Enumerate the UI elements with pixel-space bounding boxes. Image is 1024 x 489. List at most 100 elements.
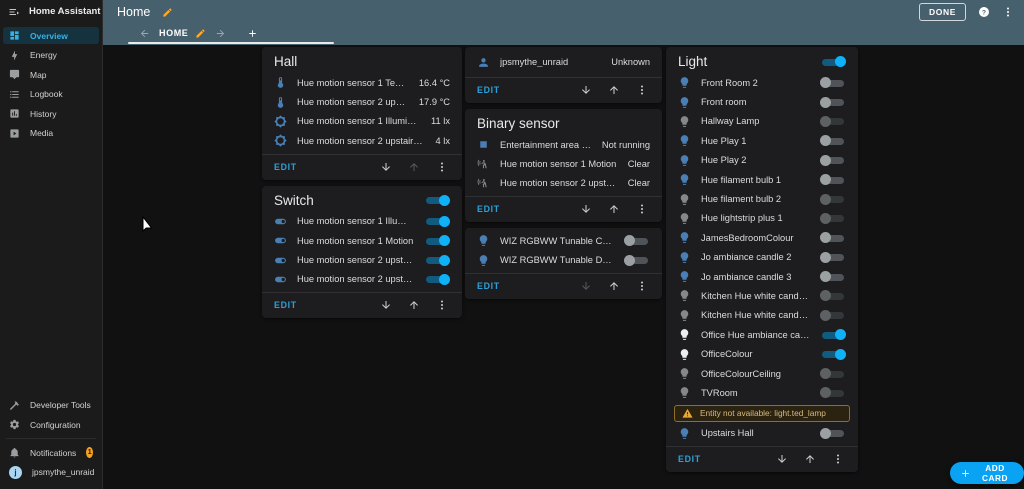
entity-row-hue-motion-sensor-2-upstairs-motion[interactable]: Hue motion sensor 2 upstairs MotionClear xyxy=(465,174,662,193)
entity-row-hue-motion-sensor-2-upstairs-illuminance[interactable]: Hue motion sensor 2 upstairs illuminance… xyxy=(262,131,462,150)
edit-card-button[interactable]: EDIT xyxy=(477,204,500,214)
entity-row-hue-motion-sensor-1-motion[interactable]: Hue motion sensor 1 MotionClear xyxy=(465,154,662,173)
edit-card-button[interactable]: EDIT xyxy=(274,300,297,310)
entity-row-officecolourceiling[interactable]: OfficeColourCeiling xyxy=(666,364,858,383)
card-menu-icon[interactable] xyxy=(636,280,648,292)
arrow-down-icon[interactable] xyxy=(580,280,592,292)
help-circle-icon[interactable]: ? xyxy=(978,6,990,18)
entity-row-hue-play-1[interactable]: Hue Play 1 xyxy=(666,131,858,150)
entity-row-jamesbedroomcolour[interactable]: JamesBedroomColour xyxy=(666,228,858,247)
card-menu-icon[interactable] xyxy=(636,84,648,96)
sidebar-item-media[interactable]: Media xyxy=(3,125,99,142)
menu-icon[interactable] xyxy=(8,6,20,18)
sidebar-item-energy[interactable]: Energy xyxy=(3,47,99,64)
arrow-left-icon[interactable] xyxy=(139,28,150,39)
card-menu-icon[interactable] xyxy=(832,453,844,465)
entity-row-hue-motion-sensor-1-illuminance[interactable]: Hue motion sensor 1 Illuminance xyxy=(262,212,462,231)
entity-row-office-hue-ambiance-candle-1[interactable]: Office Hue ambiance candle 1 xyxy=(666,325,858,344)
card-menu-icon[interactable] xyxy=(636,203,648,215)
entity-row-hue-motion-sensor-1-illuminance[interactable]: Hue motion sensor 1 Illuminance11 lx xyxy=(262,112,462,131)
entity-row-jo-ambiance-candle-3[interactable]: Jo ambiance candle 3 xyxy=(666,267,858,286)
sidebar-item-history[interactable]: History xyxy=(3,105,99,122)
entity-toggle[interactable] xyxy=(820,77,846,89)
entity-toggle[interactable] xyxy=(424,215,450,227)
entity-toggle[interactable] xyxy=(820,154,846,166)
entity-toggle[interactable] xyxy=(624,235,650,247)
entity-row-front-room[interactable]: Front room xyxy=(666,92,858,111)
arrow-up-icon[interactable] xyxy=(804,453,816,465)
entity-row-front-room-2[interactable]: Front Room 2 xyxy=(666,73,858,92)
entity-row-hue-motion-sensor-1-temperature[interactable]: Hue motion sensor 1 Temperature16.4 °C xyxy=(262,73,462,92)
entity-toggle[interactable] xyxy=(820,232,846,244)
entity-row-wiz-rgbww-tunable-c4e61d[interactable]: WIZ RGBWW Tunable C4E61D xyxy=(465,231,662,250)
arrow-right-icon[interactable] xyxy=(215,28,226,39)
edit-card-button[interactable]: EDIT xyxy=(477,281,500,291)
entity-row-entertainment-area-1-entertainment-configuration[interactable]: Entertainment area 1: Entertainment Conf… xyxy=(465,135,662,154)
sidebar-item-overview[interactable]: Overview xyxy=(3,27,99,44)
sidebar-item-notifications[interactable]: Notifications 1 xyxy=(3,444,99,461)
entity-row-hue-lightstrip-plus-1[interactable]: Hue lightstrip plus 1 xyxy=(666,209,858,228)
entity-toggle[interactable] xyxy=(820,387,846,399)
entity-toggle[interactable] xyxy=(424,273,450,285)
entity-row-upstairs-hall[interactable]: Upstairs Hall xyxy=(666,424,858,443)
arrow-down-icon[interactable] xyxy=(380,161,392,173)
entity-row-hue-motion-sensor-1-motion[interactable]: Hue motion sensor 1 Motion xyxy=(262,231,462,250)
entity-toggle[interactable] xyxy=(820,348,846,360)
arrow-up-icon[interactable] xyxy=(408,161,420,173)
entity-row-hue-motion-sensor-2-upstairs-illuminance[interactable]: Hue motion sensor 2 upstairs illuminance xyxy=(262,250,462,269)
card-header-toggle[interactable] xyxy=(424,194,450,206)
entity-row-officecolour[interactable]: OfficeColour xyxy=(666,344,858,363)
entity-row-kitchen-hue-white-candle-1[interactable]: Kitchen Hue white candle 1 xyxy=(666,286,858,305)
sidebar-item-user[interactable]: j jpsmythe_unraid xyxy=(3,464,99,481)
card-menu-icon[interactable] xyxy=(436,299,448,311)
edit-card-button[interactable]: EDIT xyxy=(678,454,701,464)
done-button[interactable]: DONE xyxy=(919,3,966,21)
entity-toggle[interactable] xyxy=(820,251,846,263)
entity-toggle[interactable] xyxy=(624,254,650,266)
entity-toggle[interactable] xyxy=(820,290,846,302)
entity-toggle[interactable] xyxy=(820,309,846,321)
entity-toggle[interactable] xyxy=(424,254,450,266)
entity-toggle[interactable] xyxy=(820,96,846,108)
entity-toggle[interactable] xyxy=(820,271,846,283)
entity-row-hue-filament-bulb-1[interactable]: Hue filament bulb 1 xyxy=(666,170,858,189)
arrow-down-icon[interactable] xyxy=(380,299,392,311)
sidebar-item-map[interactable]: Map xyxy=(3,66,99,83)
pencil-icon[interactable] xyxy=(162,7,173,18)
arrow-up-icon[interactable] xyxy=(608,203,620,215)
arrow-down-icon[interactable] xyxy=(580,203,592,215)
sidebar-item-developer-tools[interactable]: Developer Tools xyxy=(3,397,99,414)
sidebar-item-logbook[interactable]: Logbook xyxy=(3,86,99,103)
entity-row-hallway-lamp[interactable]: Hallway Lamp xyxy=(666,112,858,131)
sidebar-item-configuration[interactable]: Configuration xyxy=(3,416,99,433)
entity-row-wiz-rgbww-tunable-d217a7[interactable]: WIZ RGBWW Tunable D217A7 xyxy=(465,251,662,270)
entity-toggle[interactable] xyxy=(820,329,846,341)
dots-vertical-icon[interactable] xyxy=(1002,6,1014,18)
entity-row-hue-motion-sensor-2-upstairs-temperature[interactable]: Hue motion sensor 2 upstairs Temperature… xyxy=(262,92,462,111)
entity-toggle[interactable] xyxy=(820,427,846,439)
entity-row-kitchen-hue-white-candle-2[interactable]: Kitchen Hue white candle 2 xyxy=(666,306,858,325)
edit-card-button[interactable]: EDIT xyxy=(274,162,297,172)
entity-row-hue-play-2[interactable]: Hue Play 2 xyxy=(666,151,858,170)
entity-toggle[interactable] xyxy=(820,115,846,127)
pencil-icon[interactable] xyxy=(195,28,206,39)
entity-toggle[interactable] xyxy=(820,135,846,147)
entity-toggle[interactable] xyxy=(820,212,846,224)
entity-row-jpsmythe-unraid[interactable]: jpsmythe_unraidUnknown xyxy=(465,50,662,74)
add-card-button[interactable]: ADD CARD xyxy=(950,462,1024,484)
entity-toggle[interactable] xyxy=(820,193,846,205)
entity-row-tvroom[interactable]: TVRoom xyxy=(666,383,858,402)
entity-toggle[interactable] xyxy=(424,235,450,247)
entity-toggle[interactable] xyxy=(820,174,846,186)
arrow-up-icon[interactable] xyxy=(608,84,620,96)
entity-toggle[interactable] xyxy=(820,368,846,380)
entity-row-hue-motion-sensor-2-upstairs-motion[interactable]: Hue motion sensor 2 upstairs Motion xyxy=(262,270,462,289)
arrow-up-icon[interactable] xyxy=(408,299,420,311)
entity-row-hue-filament-bulb-2[interactable]: Hue filament bulb 2 xyxy=(666,189,858,208)
entity-row-jo-ambiance-candle-2[interactable]: Jo ambiance candle 2 xyxy=(666,248,858,267)
arrow-down-icon[interactable] xyxy=(776,453,788,465)
card-header-toggle[interactable] xyxy=(820,56,846,68)
edit-card-button[interactable]: EDIT xyxy=(477,85,500,95)
tab-home[interactable]: HOME xyxy=(159,28,206,39)
add-view-button[interactable] xyxy=(247,28,258,39)
